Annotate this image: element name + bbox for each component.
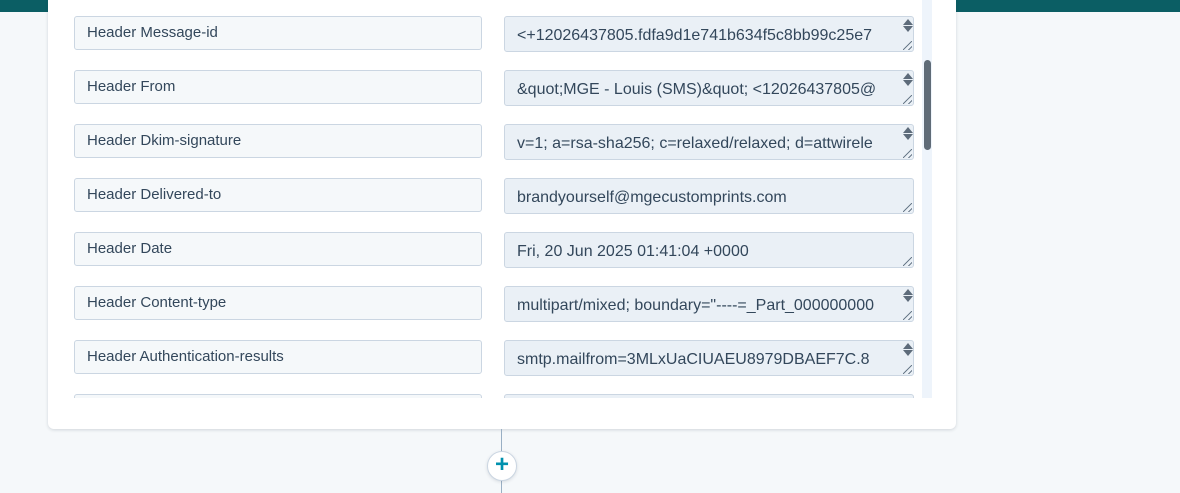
resize-grip-icon[interactable] xyxy=(903,203,912,212)
field-list: Header Message-id <+12026437805.fdfa9d1e… xyxy=(74,16,916,398)
resize-grip-icon[interactable] xyxy=(903,95,912,104)
field-key: Header Authentication-results xyxy=(74,340,482,374)
field-key: Header From xyxy=(74,70,482,104)
field-row: Header Date Fri, 20 Jun 2025 01:41:04 +0… xyxy=(74,232,916,286)
field-row: Header Dkim-signature v=1; a=rsa-sha256;… xyxy=(74,124,916,178)
field-value[interactable]: smtp.mailfrom=3MLxUaCIUAEU8979DBAEF7C.89… xyxy=(504,340,914,376)
spinner-arrows-icon[interactable] xyxy=(902,288,914,306)
field-row: Header Delivered-to brandyourself@mgecus… xyxy=(74,178,916,232)
resize-grip-icon[interactable] xyxy=(903,311,912,320)
add-step-button[interactable]: + xyxy=(487,451,517,481)
resize-grip-icon[interactable] xyxy=(903,257,912,266)
field-key: Header Dkim-signature xyxy=(74,124,482,158)
field-value[interactable] xyxy=(504,394,914,398)
field-value[interactable]: <+12026437805.fdfa9d1e741b634f5c8bb99c25… xyxy=(504,16,914,52)
field-value[interactable]: &quot;MGE - Louis (SMS)&quot; <120264378… xyxy=(504,70,914,106)
field-value[interactable]: Fri, 20 Jun 2025 01:41:04 +0000 xyxy=(504,232,914,268)
field-value[interactable]: v=1; a=rsa-sha256; c=relaxed/relaxed; d=… xyxy=(504,124,914,160)
field-mapping-card: Header Message-id <+12026437805.fdfa9d1e… xyxy=(48,0,956,429)
field-key: Header Date xyxy=(74,232,482,266)
field-key: Header Message-id xyxy=(74,16,482,50)
field-row: Header Authentication-results smtp.mailf… xyxy=(74,340,916,394)
spinner-arrows-icon[interactable] xyxy=(902,126,914,144)
spinner-arrows-icon[interactable] xyxy=(902,72,914,90)
resize-grip-icon[interactable] xyxy=(903,41,912,50)
scrollbar-thumb[interactable] xyxy=(924,60,931,150)
field-key: Header Content-type xyxy=(74,286,482,320)
field-row: Header Message-id <+12026437805.fdfa9d1e… xyxy=(74,16,916,70)
field-value[interactable]: brandyourself@mgecustomprints.com xyxy=(504,178,914,214)
field-value[interactable]: multipart/mixed; boundary="----=_Part_00… xyxy=(504,286,914,322)
field-key xyxy=(74,394,482,398)
field-row xyxy=(74,394,916,398)
field-row: Header Content-type multipart/mixed; bou… xyxy=(74,286,916,340)
spinner-arrows-icon[interactable] xyxy=(902,342,914,360)
resize-grip-icon[interactable] xyxy=(903,365,912,374)
field-row: Header From &quot;MGE - Louis (SMS)&quot… xyxy=(74,70,916,124)
field-key: Header Delivered-to xyxy=(74,178,482,212)
spinner-arrows-icon[interactable] xyxy=(902,18,914,36)
resize-grip-icon[interactable] xyxy=(903,149,912,158)
